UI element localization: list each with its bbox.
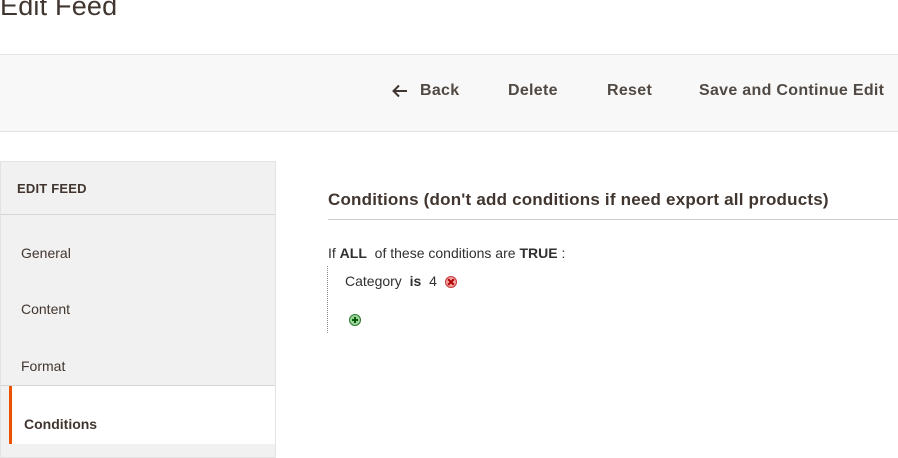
reset-button[interactable]: Reset [607, 82, 652, 100]
aggregator-select[interactable]: ALL [340, 245, 367, 261]
page-actions-toolbar: Back Delete Reset Save and Continue Edit [0, 54, 898, 132]
conditions-aggregator-line: If ALL of these conditions are TRUE : [328, 245, 565, 261]
sidebar-item-conditions[interactable]: Conditions [9, 386, 275, 444]
conditions-heading: Conditions (don't add conditions if need… [328, 190, 829, 209]
save-and-continue-button[interactable]: Save and Continue Edit [699, 82, 884, 100]
sidebar-item-format[interactable]: Format [1, 329, 275, 386]
conditions-middle-text: of these conditions are [374, 245, 516, 261]
rule-value[interactable]: 4 [429, 273, 437, 289]
value-select[interactable]: TRUE [519, 245, 557, 261]
rule-tree: Category is 4 [327, 266, 628, 333]
arrow-left-icon [392, 84, 408, 98]
conditions-suffix: : [561, 245, 566, 261]
sidebar-title: EDIT FEED [1, 162, 275, 215]
sidebar-item-label: Format [21, 358, 66, 374]
sidebar-item-label: Conditions [24, 416, 98, 432]
rule-operator[interactable]: is [410, 273, 422, 289]
sidebar: EDIT FEED General Content Format Conditi… [0, 161, 276, 458]
sidebar-item-label: General [21, 245, 71, 261]
sidebar-item-general[interactable]: General [1, 215, 275, 272]
remove-icon[interactable] [444, 276, 457, 288]
page-title: Edit Feed [0, 0, 118, 21]
section-divider [328, 219, 898, 220]
sidebar-item-label: Content [21, 301, 71, 317]
rule-attribute: Category [345, 273, 402, 289]
add-icon[interactable] [349, 314, 361, 326]
back-button-label: Back [420, 82, 460, 99]
back-button[interactable]: Back [392, 82, 459, 100]
conditions-prefix: If [328, 245, 336, 261]
delete-button[interactable]: Delete [508, 82, 558, 100]
sidebar-item-content[interactable]: Content [1, 272, 275, 329]
condition-rule: Category is 4 [345, 273, 457, 289]
